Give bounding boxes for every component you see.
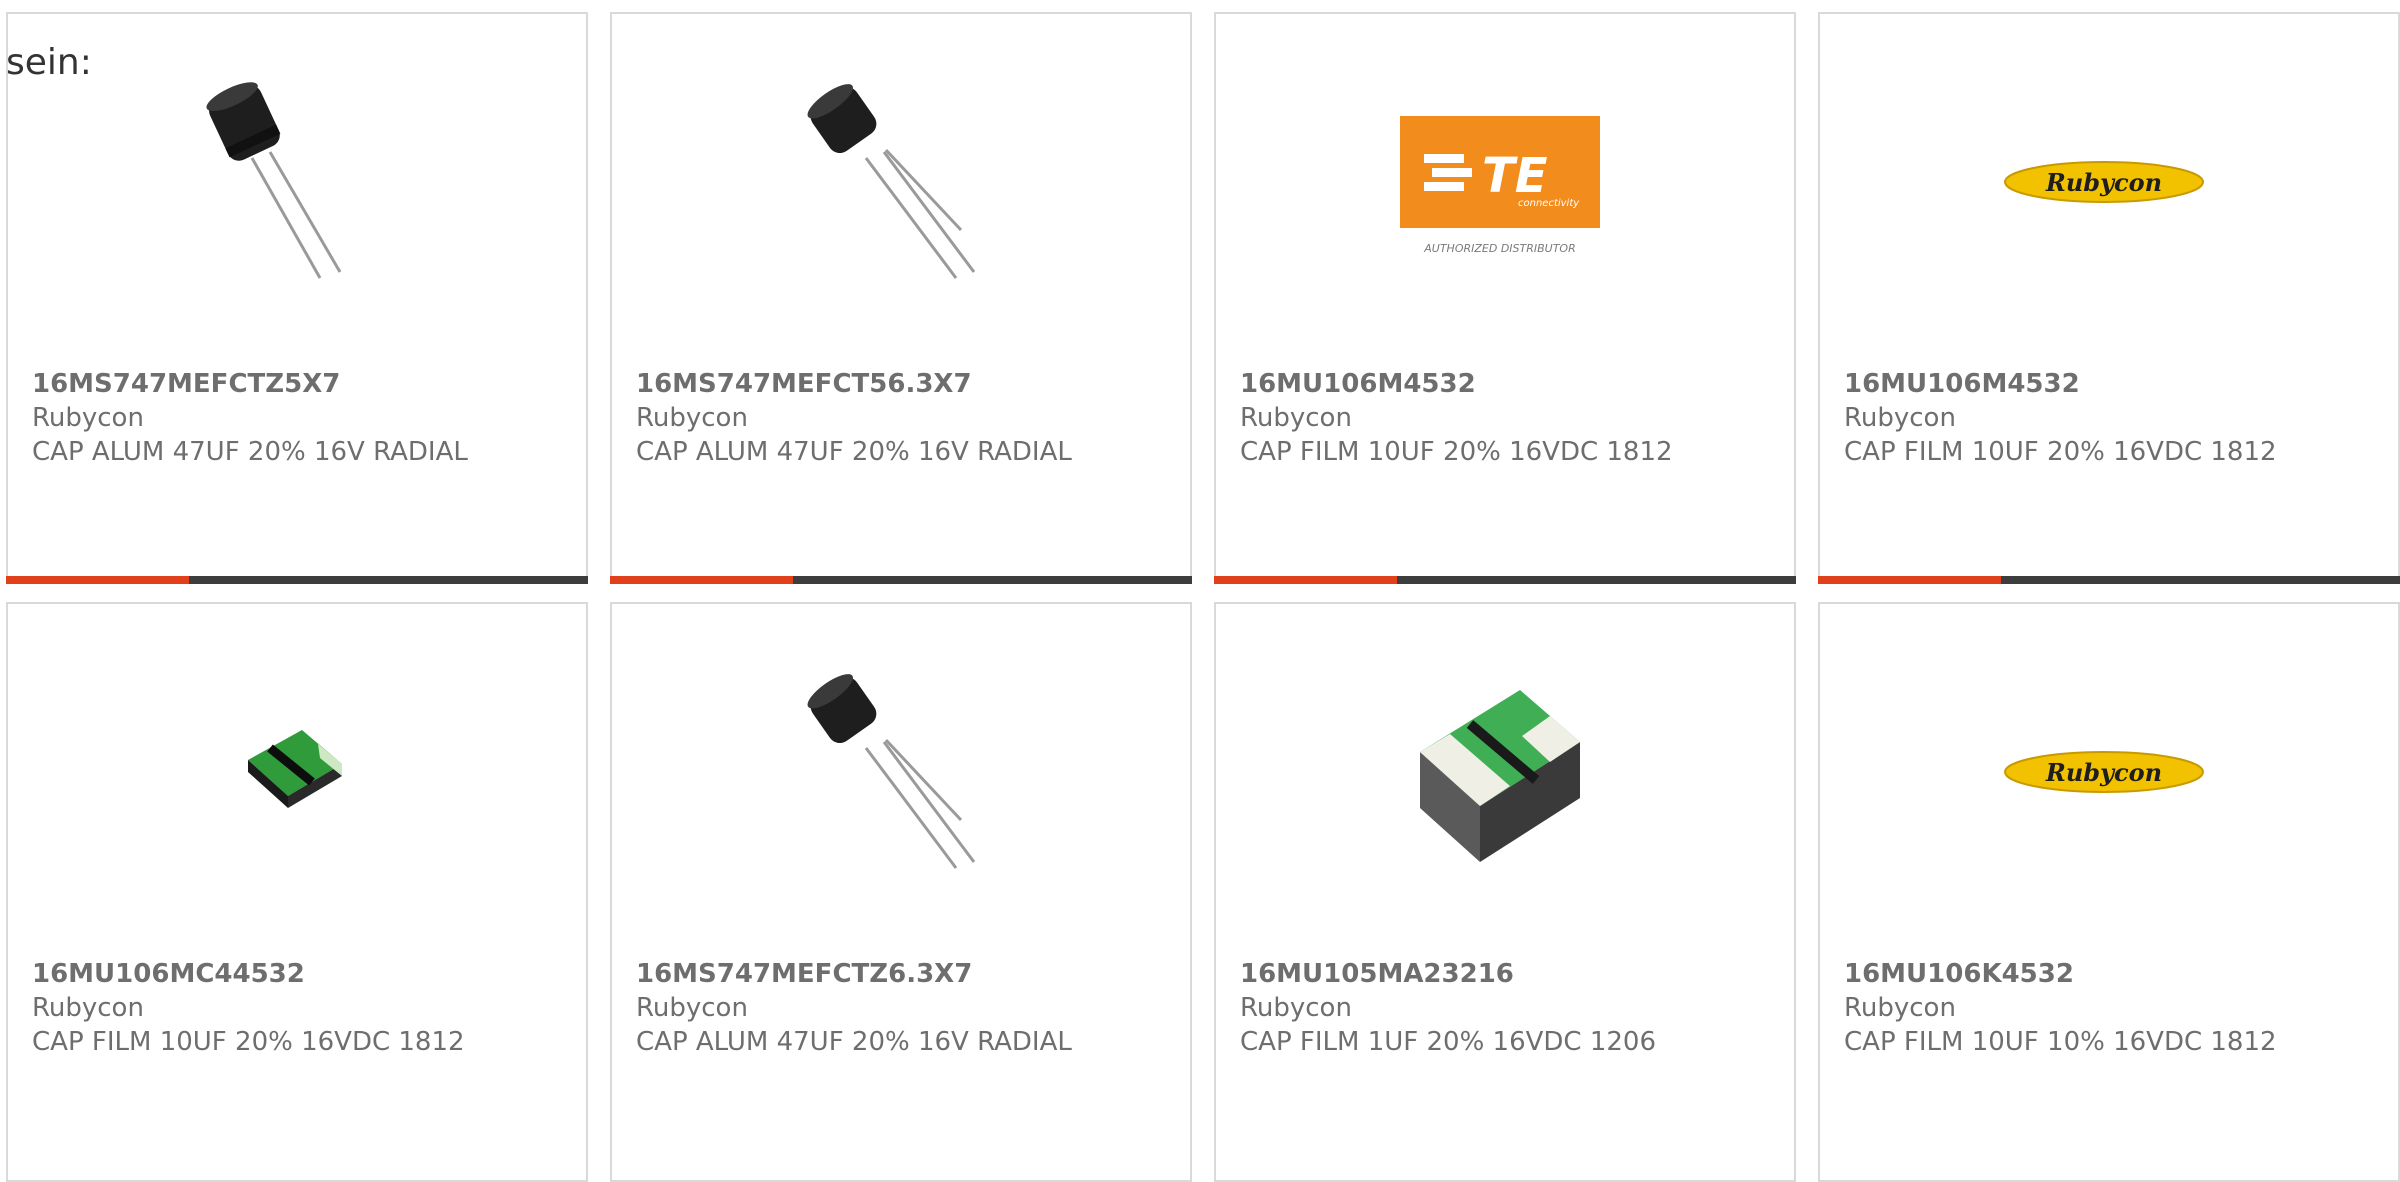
logo-text: Rubycon (2045, 758, 2162, 787)
part-number[interactable]: 16MU106M4532 (1240, 367, 1770, 401)
te-connectivity-logo[interactable]: TE connectivity AUTHORIZED DISTRIBUTOR (1399, 81, 1601, 283)
part-number[interactable]: 16MU106K4532 (1844, 957, 2374, 991)
description: CAP FILM 1UF 20% 16VDC 1206 (1240, 1027, 1657, 1057)
description: CAP FILM 10UF 20% 16VDC 1812 (1844, 437, 2277, 467)
radial-capacitor-image[interactable] (191, 81, 393, 283)
description: CAP ALUM 47UF 20% 16V RADIAL (636, 1027, 1072, 1057)
description: CAP FILM 10UF 20% 16VDC 1812 (1240, 437, 1673, 467)
product-card[interactable]: TE connectivity AUTHORIZED DISTRIBUTOR 1… (1214, 12, 1796, 584)
product-card[interactable]: 16MS747MEFCT56.3X7 Rubycon CAP ALUM 47UF… (610, 12, 1192, 584)
logo-text: Rubycon (2045, 168, 2162, 197)
part-number[interactable]: 16MS747MEFCTZ5X7 (32, 367, 562, 401)
manufacturer: Rubycon (1844, 403, 1956, 433)
radial-capacitor-image[interactable] (795, 671, 997, 873)
part-number[interactable]: 16MU105MA23216 (1240, 957, 1770, 991)
rubycon-logo[interactable]: Rubycon (2003, 81, 2205, 283)
logo-text: TE (1482, 148, 1548, 204)
manufacturer: Rubycon (32, 403, 144, 433)
intro-text: sein: (6, 42, 92, 83)
description: CAP FILM 10UF 20% 16VDC 1812 (32, 1027, 465, 1057)
product-card[interactable]: 16MS747MEFCTZ5X7 Rubycon CAP ALUM 47UF 2… (6, 12, 588, 584)
film-chip-capacitor-image[interactable] (191, 671, 393, 873)
film-chip-capacitor-image[interactable] (1399, 671, 1601, 873)
card-accent-bar (1214, 576, 1796, 584)
product-card[interactable]: 16MU105MA23216 Rubycon CAP FILM 1UF 20% … (1214, 602, 1796, 1182)
part-number[interactable]: 16MS747MEFCT56.3X7 (636, 367, 1166, 401)
product-card[interactable]: 16MS747MEFCTZ6.3X7 Rubycon CAP ALUM 47UF… (610, 602, 1192, 1182)
radial-capacitor-image[interactable] (795, 81, 997, 283)
card-accent-bar (610, 576, 1192, 584)
part-number[interactable]: 16MS747MEFCTZ6.3X7 (636, 957, 1166, 991)
logo-subtext: connectivity (1518, 198, 1580, 209)
logo-caption: AUTHORIZED DISTRIBUTOR (1423, 242, 1576, 255)
part-number[interactable]: 16MU106M4532 (1844, 367, 2374, 401)
part-number[interactable]: 16MU106MC44532 (32, 957, 562, 991)
rubycon-logo[interactable]: Rubycon (2003, 671, 2205, 873)
card-accent-bar (6, 576, 588, 584)
product-card[interactable]: Rubycon 16MU106M4532 Rubycon CAP FILM 10… (1818, 12, 2400, 584)
manufacturer: Rubycon (1240, 403, 1352, 433)
description: CAP FILM 10UF 10% 16VDC 1812 (1844, 1027, 2277, 1057)
manufacturer: Rubycon (32, 993, 144, 1023)
manufacturer: Rubycon (1844, 993, 1956, 1023)
product-card[interactable]: 16MU106MC44532 Rubycon CAP FILM 10UF 20%… (6, 602, 588, 1182)
manufacturer: Rubycon (1240, 993, 1352, 1023)
card-accent-bar (1818, 576, 2400, 584)
manufacturer: Rubycon (636, 993, 748, 1023)
description: CAP ALUM 47UF 20% 16V RADIAL (32, 437, 468, 467)
product-card[interactable]: Rubycon 16MU106K4532 Rubycon CAP FILM 10… (1818, 602, 2400, 1182)
description: CAP ALUM 47UF 20% 16V RADIAL (636, 437, 1072, 467)
manufacturer: Rubycon (636, 403, 748, 433)
